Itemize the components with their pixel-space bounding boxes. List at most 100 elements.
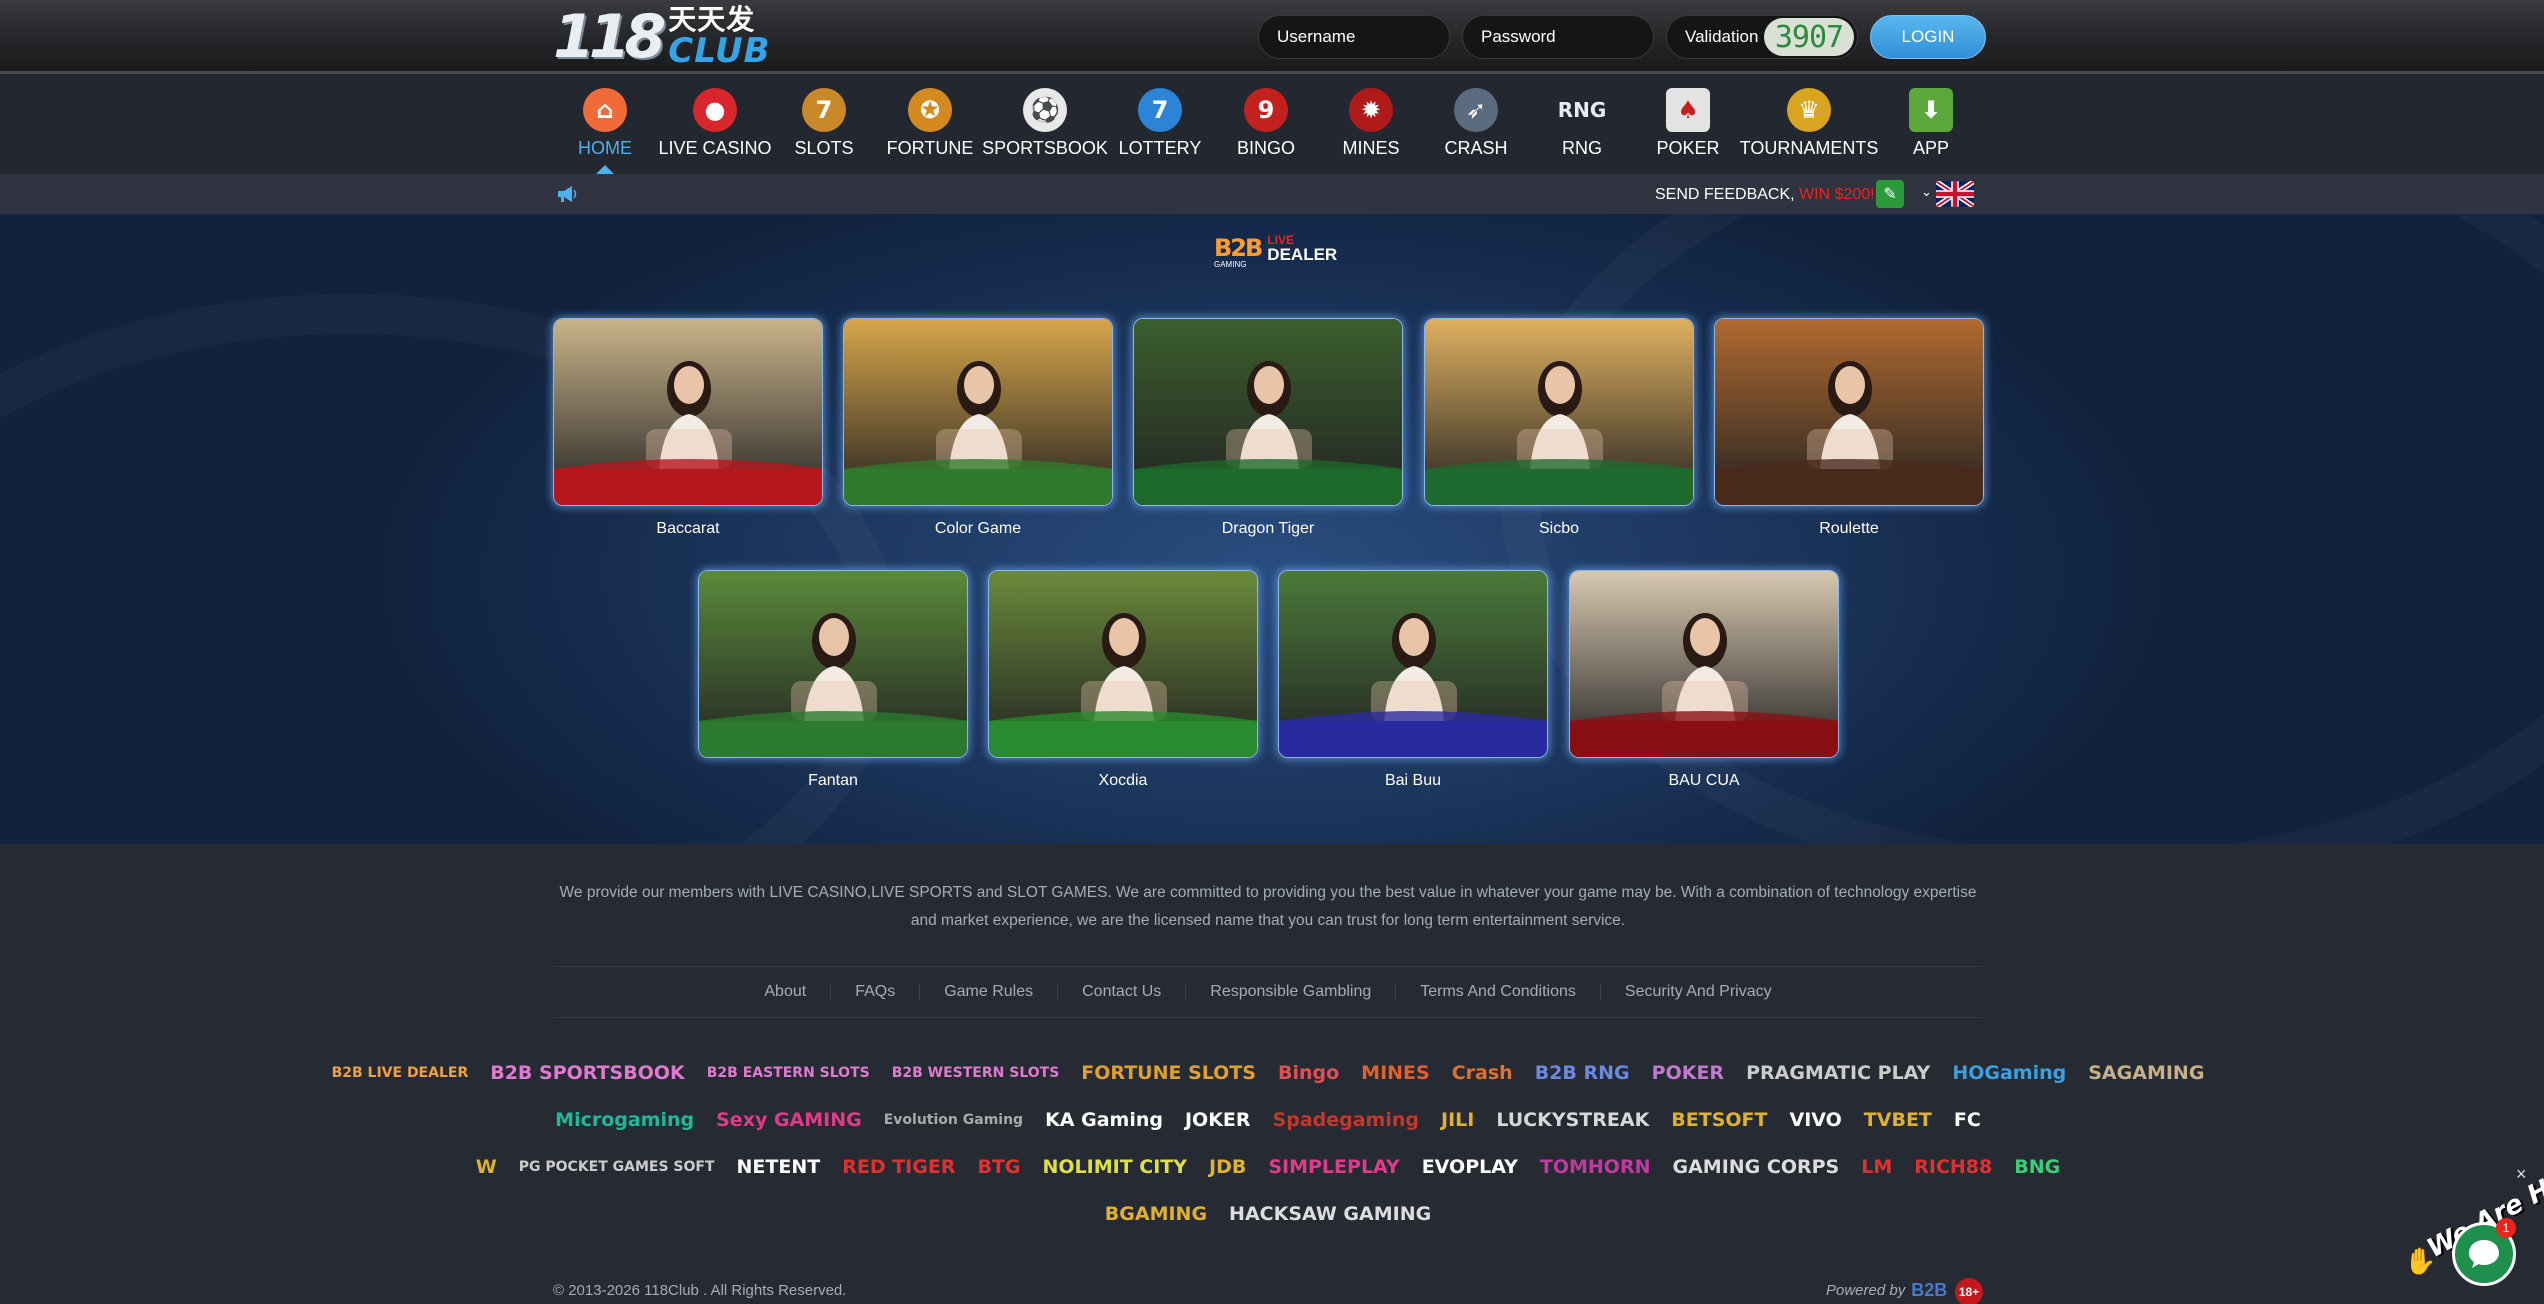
megaphone-icon bbox=[558, 186, 577, 202]
send-feedback-link[interactable]: SEND FEEDBACK, WIN $200! bbox=[1655, 186, 1875, 204]
game-thumbnail[interactable] bbox=[988, 570, 1258, 758]
game-name: Bai Buu bbox=[1384, 772, 1442, 789]
footer-link-contact-us[interactable]: Contact Us bbox=[1057, 983, 1185, 1001]
provider-logo[interactable]: FC bbox=[1954, 1109, 1981, 1131]
brand-b2b: B2B bbox=[1214, 234, 1263, 262]
game-thumbnail[interactable] bbox=[843, 318, 1113, 506]
game-name: Color Game bbox=[934, 520, 1022, 537]
provider-logo[interactable]: Sexy GAMING bbox=[716, 1109, 862, 1131]
game-card-baccarat[interactable]: Baccarat bbox=[553, 318, 823, 538]
game-thumbnail[interactable] bbox=[1569, 570, 1839, 758]
provider-logo[interactable]: B2B EASTERN SLOTS bbox=[707, 1065, 870, 1081]
game-card-fantan[interactable]: Fantan bbox=[698, 570, 968, 790]
nav-label: CRASH bbox=[1444, 138, 1508, 158]
provider-logo[interactable]: FORTUNE SLOTS bbox=[1081, 1062, 1256, 1084]
provider-logo[interactable]: VIVO bbox=[1790, 1109, 1842, 1131]
footer-link-security-and-privacy[interactable]: Security And Privacy bbox=[1599, 983, 1796, 1001]
validation-field[interactable]: Validation 3907 bbox=[1666, 15, 1858, 59]
game-thumbnail[interactable] bbox=[1278, 570, 1548, 758]
mine-icon: ✹ bbox=[1349, 88, 1393, 132]
provider-logo[interactable]: NOLIMIT CITY bbox=[1043, 1156, 1188, 1178]
logo-club: CLUB bbox=[668, 31, 771, 71]
provider-logo[interactable]: BNG bbox=[2014, 1156, 2060, 1178]
provider-logo[interactable]: TVBET bbox=[1864, 1109, 1932, 1131]
validation-captcha[interactable]: 3907 bbox=[1764, 18, 1854, 56]
footer-link-faqs[interactable]: FAQs bbox=[830, 983, 919, 1001]
chat-notification-badge: 1 bbox=[2496, 1218, 2516, 1238]
feedback-pen-icon[interactable]: ✎ bbox=[1876, 180, 1904, 208]
provider-logo[interactable]: Bingo bbox=[1278, 1062, 1339, 1084]
nav-label: FORTUNE bbox=[886, 138, 974, 158]
provider-logo[interactable]: JILI bbox=[1441, 1109, 1474, 1131]
feedback-text: SEND FEEDBACK, bbox=[1655, 186, 1800, 203]
main-nav: ⌂ HOME ● LIVE CASINO 7 SLOTS ✪ FORTUNE ⚽ SPORTSBO… bbox=[0, 74, 2544, 174]
provider-logo[interactable]: Crash bbox=[1452, 1062, 1513, 1084]
provider-logo[interactable]: GAMING CORPS bbox=[1673, 1156, 1840, 1178]
nav-label: RNG bbox=[1562, 138, 1602, 158]
provider-logo[interactable]: KA Gaming bbox=[1045, 1109, 1163, 1131]
provider-logo[interactable]: HOGaming bbox=[1952, 1062, 2066, 1084]
provider-logo[interactable]: JOKER bbox=[1185, 1109, 1251, 1131]
waving-hand-icon: ✋ bbox=[2404, 1246, 2437, 1276]
provider-logo[interactable]: B2B RNG bbox=[1535, 1062, 1630, 1084]
game-thumbnail[interactable] bbox=[1714, 318, 1984, 506]
provider-logo[interactable]: BGAMING bbox=[1105, 1203, 1207, 1225]
provider-logo[interactable]: POKER bbox=[1652, 1062, 1724, 1084]
provider-logo[interactable]: NETENT bbox=[737, 1156, 821, 1178]
footer-link-responsible-gambling[interactable]: Responsible Gambling bbox=[1185, 983, 1395, 1001]
provider-logo[interactable]: RICH88 bbox=[1914, 1156, 1992, 1178]
provider-logo[interactable]: JDB bbox=[1209, 1156, 1246, 1178]
username-field-wrap bbox=[1258, 15, 1450, 59]
chevron-down-icon[interactable]: ⌄ bbox=[1921, 184, 1932, 200]
game-card-bau-cua[interactable]: BAU CUA bbox=[1569, 570, 1839, 790]
provider-logo[interactable]: Evolution Gaming bbox=[884, 1112, 1023, 1128]
footer-link-about[interactable]: About bbox=[740, 983, 830, 1001]
provider-logo[interactable]: B2B LIVE DEALER bbox=[332, 1065, 469, 1081]
provider-logo[interactable]: EVOPLAY bbox=[1422, 1156, 1518, 1178]
brand-live: LIVE bbox=[1267, 232, 1294, 247]
game-card-roulette[interactable]: Roulette bbox=[1714, 318, 1984, 538]
footer-link-game-rules[interactable]: Game Rules bbox=[919, 983, 1057, 1001]
notice-bar: SEND FEEDBACK, WIN $200! ✎ ⌄ bbox=[0, 174, 2544, 214]
password-input[interactable] bbox=[1481, 27, 1641, 47]
bingo-ball-icon: 9 bbox=[1244, 88, 1288, 132]
provider-logo[interactable]: TOMHORN bbox=[1540, 1156, 1651, 1178]
provider-logo[interactable]: SIMPLEPLAY bbox=[1268, 1156, 1399, 1178]
provider-logo[interactable]: HACKSAW GAMING bbox=[1229, 1203, 1431, 1225]
footer-link-terms-and-conditions[interactable]: Terms And Conditions bbox=[1395, 983, 1600, 1001]
provider-logo[interactable]: PRAGMATIC PLAY bbox=[1746, 1062, 1930, 1084]
provider-logo[interactable]: LM bbox=[1861, 1156, 1892, 1178]
game-card-sicbo[interactable]: Sicbo bbox=[1424, 318, 1694, 538]
game-card-color-game[interactable]: Color Game bbox=[843, 318, 1113, 538]
login-button[interactable]: LOGIN bbox=[1870, 15, 1986, 59]
game-card-xocdia[interactable]: Xocdia bbox=[988, 570, 1258, 790]
provider-logo[interactable]: SAGAMING bbox=[2088, 1062, 2204, 1084]
game-thumbnail[interactable] bbox=[553, 318, 823, 506]
site-logo[interactable]: 118 天天发 CLUB bbox=[553, 4, 770, 70]
nav-label: HOME bbox=[578, 138, 632, 158]
game-card-bai-buu[interactable]: Bai Buu bbox=[1278, 570, 1548, 790]
provider-logo[interactable]: MINES bbox=[1361, 1062, 1430, 1084]
provider-logo[interactable]: BTG bbox=[977, 1156, 1020, 1178]
nav-item-app[interactable]: ⬇ APP bbox=[1851, 74, 2011, 174]
provider-row: B2B LIVE DEALER B2B SPORTSBOOK B2B EASTERN… bbox=[332, 1049, 2205, 1096]
provider-logo[interactable]: B2B WESTERN SLOTS bbox=[892, 1065, 1060, 1081]
game-thumbnail[interactable] bbox=[698, 570, 968, 758]
provider-logos: B2B LIVE DEALER B2B SPORTSBOOK B2B EASTERN… bbox=[332, 1049, 2205, 1237]
brand-dealer: DEALER bbox=[1267, 244, 1338, 264]
lottery-ball-icon: 7 bbox=[1138, 88, 1182, 132]
provider-logo[interactable]: Microgaming bbox=[555, 1109, 694, 1131]
provider-logo[interactable]: W bbox=[476, 1156, 497, 1178]
game-thumbnail[interactable] bbox=[1133, 318, 1403, 506]
provider-logo[interactable]: LUCKYSTREAK bbox=[1496, 1109, 1649, 1131]
uk-flag-icon[interactable] bbox=[1936, 181, 1974, 207]
game-thumbnail[interactable] bbox=[1424, 318, 1694, 506]
provider-logo[interactable]: Spadegaming bbox=[1273, 1109, 1419, 1131]
provider-logo[interactable]: RED TIGER bbox=[842, 1156, 955, 1178]
footer: We provide our members with LIVE CASINO,… bbox=[0, 844, 2544, 1304]
provider-logo[interactable]: PG POCKET GAMES SOFT bbox=[519, 1159, 715, 1175]
game-card-dragon-tiger[interactable]: Dragon Tiger bbox=[1133, 318, 1403, 538]
provider-logo[interactable]: BETSOFT bbox=[1671, 1109, 1767, 1131]
username-input[interactable] bbox=[1277, 27, 1437, 47]
provider-logo[interactable]: B2B SPORTSBOOK bbox=[490, 1062, 685, 1084]
